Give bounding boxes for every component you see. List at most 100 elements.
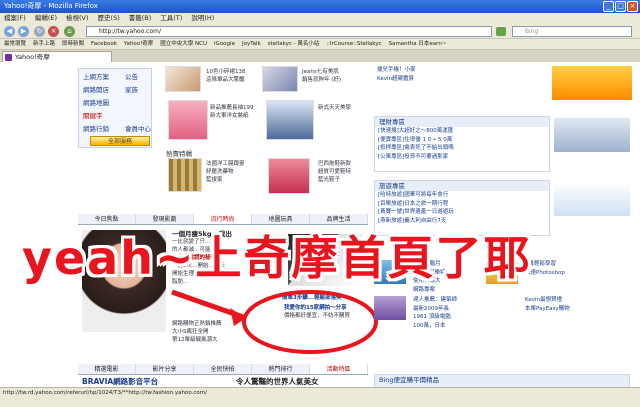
bookmark-item[interactable]: stellakyc - 萬名小站 [268,39,320,49]
bookmark-item[interactable]: 即時新聞 [62,39,84,49]
service-link[interactable]: 網路開店 [83,84,109,97]
service-link[interactable]: 網路行銷 [83,123,109,136]
back-icon[interactable]: ◀ [4,26,15,37]
jet-ad[interactable] [554,182,630,216]
travel-link[interactable]: [百樂旅遊]日本之旅一期行程 [375,200,549,209]
service-link[interactable]: 家族 [125,84,138,97]
bookmark-item[interactable]: iGoogle [214,39,235,49]
product-thumb[interactable] [165,66,201,92]
search-input[interactable]: Bing [512,26,632,37]
service-link[interactable]: 上網方案 [83,71,109,84]
product-caption[interactable]: 新品推薦長袖199 [210,104,254,112]
tab-rankings[interactable]: 熱門排行 [252,364,310,374]
promo-link[interactable]: Kevin超親鑑賞 [374,75,550,84]
menu-bookmarks[interactable]: 書籤(B) [129,13,152,24]
travel-link[interactable]: [黃賽一號]世界遺產一日遊遊玩 [375,208,549,217]
product-caption[interactable]: 法國洋工膜蹲靈 [206,160,245,168]
bookmark-item[interactable]: JoyTalk [242,39,261,49]
tab-fashion[interactable]: 流行時尚 [194,214,252,224]
bravia-link[interactable]: BRAVIA網路影音平台 [82,376,158,387]
overlay-caption: yeah~上奇摩首頁了耶 [22,231,532,285]
citi-ad[interactable] [554,118,630,152]
finance-link[interactable]: [便寶專區]住很優 1 0 • 5 0萬 [375,136,549,145]
menu-history[interactable]: 歷史(S) [98,13,120,24]
bookmark-item[interactable]: Samantha 日本earn~ [389,39,447,49]
maximize-icon[interactable]: □ [615,1,626,12]
bookmark-item[interactable]: 最常瀏覽 [4,39,26,49]
product-thumb[interactable] [168,100,208,140]
service-link[interactable]: 公告 [125,71,138,84]
promo-banner[interactable] [552,66,632,100]
product-caption[interactable]: 藍光鞋子 [318,176,340,184]
promo-list: 達人推薦：建築師 最新2009年長 1981 頂級電腦 100萬，日本 [410,296,482,330]
minimize-icon[interactable]: _ [603,1,614,12]
product-caption[interactable]: 紓壓洗藥物 [206,168,234,176]
bookmark-item[interactable]: ::IrCourse::Stellakyc [326,39,381,49]
tab-photos[interactable]: 全民快拍 [194,364,252,374]
promo-link[interactable]: 達人推薦：建築師 [410,296,482,305]
finance-link[interactable]: [抵押專區]電表死了不給出頭嗎 [375,144,549,153]
bookmark-item[interactable]: Yahoo!奇摩 [124,39,153,49]
service-link[interactable]: 網路地圖 [83,97,109,110]
promo-link[interactable]: 本單PayEasy購物 [522,305,630,314]
menu-file[interactable]: 檔案(F) [4,13,26,24]
product-caption[interactable]: 10色小碎裙138 [206,68,246,76]
promo-link[interactable]: 捷兒手機！小麥 [374,66,550,75]
promo-link[interactable]: Kevin最想賀禮 [522,296,630,305]
product-caption[interactable]: 超質可愛鞋特 [318,168,351,176]
close-icon[interactable]: × [627,1,638,12]
forward-icon[interactable]: ▶ [18,26,29,37]
product-caption[interactable]: Jeans七有美肌 [302,68,339,76]
address-bar[interactable]: http://tw.yahoo.com/ [86,26,492,37]
tab-brand-life[interactable]: 品牌生活 [310,214,368,224]
product-caption[interactable]: 這條單品大驚豔 [206,76,245,84]
tab-videos[interactable]: 影片分享 [136,364,194,374]
service-link[interactable]: 會員中心 [125,123,151,136]
go-icon[interactable] [496,27,506,36]
finance-heading: 理財專區 [375,117,549,127]
status-bar: http://tw.rd.yahoo.com/referurl/hp/1024/… [0,387,640,407]
promo-link[interactable]: 最新2009年長 [410,305,482,314]
promo-link[interactable]: 100萬，日本 [410,322,482,331]
tab-today[interactable]: 今日焦點 [78,214,136,224]
bookmark-item[interactable]: 國立中央大學 NCU [160,39,207,49]
product-thumb[interactable] [268,158,310,194]
menu-view[interactable]: 檢視(V) [66,13,89,24]
bing-shopping-heading[interactable]: Bing便宜購平價精品 [375,375,629,387]
menu-help[interactable]: 說明(H) [191,13,214,24]
product-caption[interactable]: 巴西拖鞋新款 [318,160,351,168]
product-caption[interactable]: 藍拔家 [206,176,223,184]
product-caption[interactable]: 新大東洋女裝紙 [210,112,249,120]
navigation-toolbar: ◀ ▶ ↻ × ⌂ http://tw.yahoo.com/ Bing [0,24,640,39]
menu-tools[interactable]: 工具(T) [160,13,182,24]
tab-map-toys[interactable]: 地圖玩具 [252,214,310,224]
menu-edit[interactable]: 編輯(E) [35,13,57,24]
tab-movies[interactable]: 精選電影 [78,364,136,374]
product-thumb[interactable] [262,66,298,92]
service-link[interactable]: 關鍵字 [83,110,103,123]
finance-link[interactable]: [公寓專區]投資不可要過那家 [375,153,549,162]
all-services-button[interactable]: 全部服務 [90,136,150,146]
travel-link[interactable]: [哈特旅遊]國軍可將每年會行 [375,191,549,200]
tab-yahoo[interactable]: Yahoo!奇摩 [2,51,112,62]
product-thumb[interactable] [168,158,202,192]
finance-link[interactable]: [快速搜]大超好之〜800萬運匯 [375,127,549,136]
stop-icon[interactable]: × [48,26,59,37]
travel-link[interactable]: [燕新旅遊]義大利自由行7天 [375,217,549,226]
tab-events[interactable]: 活動特區 [310,364,368,374]
product-caption[interactable]: 銷售就夠年 (好) [302,76,341,84]
tab-entertainment[interactable]: 發現影劇 [136,214,194,224]
product-thumb[interactable] [266,100,314,140]
product-caption[interactable]: 新式天天美學 [318,104,351,112]
home-icon[interactable]: ⌂ [64,26,75,37]
bookmark-item[interactable]: Facebook [91,39,117,49]
bottom-tabs: 精選電影 影片分享 全民快拍 熱門排行 活動特區 [78,364,368,375]
bookmark-item[interactable]: 新手上路 [33,39,55,49]
beauty-link[interactable]: 令人驚豔的世界人氣美女 [236,376,319,387]
promo-link[interactable]: 網路專案 [410,286,482,295]
window-title: Yahoo!奇摩 - Mozilla Firefox [4,2,98,10]
yahoo-favicon-icon [5,54,12,61]
reload-icon[interactable]: ↻ [34,26,45,37]
promo-link[interactable]: 1981 頂級電腦 [410,313,482,322]
promo-thumb[interactable] [374,296,406,320]
